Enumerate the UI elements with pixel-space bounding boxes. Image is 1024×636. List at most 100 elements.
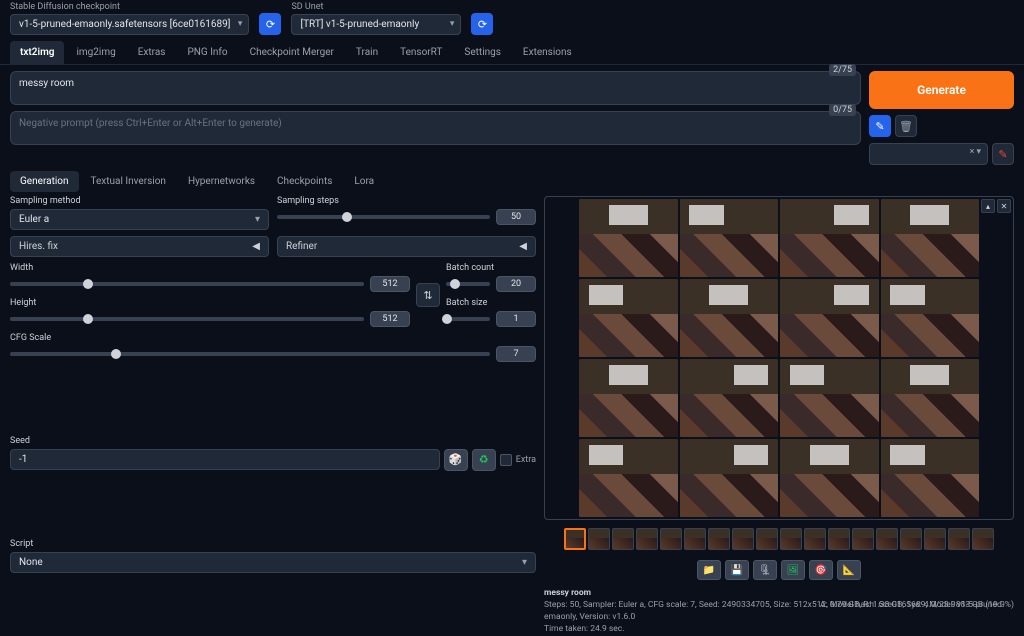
- result-cell[interactable]: [680, 359, 779, 437]
- tab-extensions[interactable]: Extensions: [513, 41, 582, 64]
- cfg-label: CFG Scale: [10, 333, 536, 343]
- result-cell[interactable]: [881, 279, 980, 357]
- send-img2img-button[interactable]: 🖼: [781, 560, 805, 580]
- width-value[interactable]: 512: [370, 276, 410, 292]
- subtab-generation[interactable]: Generation: [10, 171, 79, 192]
- tab-merger[interactable]: Checkpoint Merger: [240, 41, 344, 64]
- unet-dropdown[interactable]: [TRT] v1-5-pruned-emaonly: [291, 14, 461, 35]
- result-cell[interactable]: [579, 359, 678, 437]
- seed-input[interactable]: -1: [10, 449, 440, 470]
- result-cell[interactable]: [579, 439, 678, 517]
- thumb[interactable]: [876, 528, 898, 550]
- thumb[interactable]: [612, 528, 634, 550]
- styles-dropdown[interactable]: × ▾: [869, 143, 988, 165]
- sampling-method-select[interactable]: Euler a: [10, 209, 269, 230]
- random-seed-button[interactable]: 🎲: [444, 449, 468, 471]
- batch-size-label: Batch size: [446, 298, 536, 308]
- hires-accordion[interactable]: Hires. fix◀: [10, 236, 269, 257]
- subtab-checkpoints[interactable]: Checkpoints: [267, 171, 342, 192]
- thumb[interactable]: [684, 528, 706, 550]
- subtab-textual[interactable]: Textual Inversion: [81, 171, 176, 192]
- batch-size-value[interactable]: 1: [496, 311, 536, 327]
- checkpoint-label: Stable Diffusion checkpoint: [10, 2, 249, 12]
- subtab-lora[interactable]: Lora: [344, 171, 384, 192]
- tab-tensorrt[interactable]: TensorRT: [390, 41, 452, 64]
- cfg-slider[interactable]: [10, 352, 490, 356]
- thumb[interactable]: [972, 528, 994, 550]
- thumb[interactable]: [660, 528, 682, 550]
- thumb[interactable]: [948, 528, 970, 550]
- thumb[interactable]: [636, 528, 658, 550]
- thumb[interactable]: [780, 528, 802, 550]
- refresh-checkpoint-button[interactable]: ⟳: [259, 13, 281, 35]
- clear-button[interactable]: 🗑: [895, 115, 917, 137]
- result-cell[interactable]: [579, 199, 678, 277]
- result-cell[interactable]: [780, 439, 879, 517]
- result-cell[interactable]: [680, 279, 779, 357]
- thumb[interactable]: [900, 528, 922, 550]
- subtab-hypernet[interactable]: Hypernetworks: [178, 171, 265, 192]
- swap-wh-button[interactable]: ⇅: [416, 283, 440, 307]
- thumb[interactable]: [708, 528, 730, 550]
- height-slider[interactable]: [10, 317, 364, 321]
- generate-button[interactable]: Generate: [869, 71, 1014, 109]
- action-buttons: 📁 💾 🗜 🖼 🎯 📐: [544, 560, 1014, 580]
- width-label: Width: [10, 263, 410, 273]
- result-cell[interactable]: [780, 279, 879, 357]
- tab-extras[interactable]: Extras: [128, 41, 176, 64]
- result-cell[interactable]: [881, 199, 980, 277]
- batch-size-slider[interactable]: [446, 317, 490, 321]
- height-value[interactable]: 512: [370, 311, 410, 327]
- thumb[interactable]: [924, 528, 946, 550]
- script-select[interactable]: None: [10, 552, 536, 573]
- thumb[interactable]: [732, 528, 754, 550]
- thumb[interactable]: [828, 528, 850, 550]
- paste-button[interactable]: ✎: [869, 115, 891, 137]
- checkpoint-dropdown[interactable]: v1-5-pruned-emaonly.safetensors [6ce0161…: [10, 14, 249, 35]
- result-cell[interactable]: [780, 199, 879, 277]
- result-cell[interactable]: [881, 359, 980, 437]
- extra-checkbox[interactable]: Extra: [500, 454, 536, 466]
- result-cell[interactable]: [680, 199, 779, 277]
- prompt-input[interactable]: messy room 2/75: [10, 71, 861, 105]
- refiner-accordion[interactable]: Refiner◀: [277, 236, 536, 257]
- refresh-unet-button[interactable]: ⟳: [471, 13, 493, 35]
- thumb-grid[interactable]: [564, 528, 586, 550]
- gallery-up-icon[interactable]: ▴: [981, 199, 995, 213]
- thumb[interactable]: [588, 528, 610, 550]
- result-cell[interactable]: [780, 359, 879, 437]
- tab-train[interactable]: Train: [346, 41, 388, 64]
- width-slider[interactable]: [10, 282, 364, 286]
- zip-button[interactable]: 🗜: [753, 560, 777, 580]
- apply-style-button[interactable]: ✎: [992, 143, 1014, 165]
- batch-count-slider[interactable]: [446, 282, 490, 286]
- batch-count-value[interactable]: 20: [496, 276, 536, 292]
- save-button[interactable]: 💾: [725, 560, 749, 580]
- result-cell[interactable]: [579, 279, 678, 357]
- tab-settings[interactable]: Settings: [454, 41, 511, 64]
- thumb[interactable]: [756, 528, 778, 550]
- cfg-value[interactable]: 7: [496, 346, 536, 362]
- reuse-seed-button[interactable]: ♻: [472, 449, 496, 471]
- send-extras-button[interactable]: 📐: [837, 560, 861, 580]
- sampling-steps-slider[interactable]: [277, 215, 490, 219]
- gallery: ▴ ✕: [544, 196, 1014, 520]
- result-cell[interactable]: [680, 439, 779, 517]
- height-label: Height: [10, 298, 410, 308]
- thumb[interactable]: [804, 528, 826, 550]
- sampling-method-label: Sampling method: [10, 196, 269, 206]
- gallery-close-icon[interactable]: ✕: [997, 199, 1011, 213]
- memory-footer: A: 0.79 GB, R: 1.38 GB, Sys: 4.0/23.9883…: [820, 600, 1014, 610]
- result-cell[interactable]: [881, 439, 980, 517]
- tab-txt2img[interactable]: txt2img: [10, 41, 64, 64]
- open-folder-button[interactable]: 📁: [697, 560, 721, 580]
- sampling-steps-value[interactable]: 50: [496, 209, 536, 225]
- tab-pnginfo[interactable]: PNG Info: [177, 41, 237, 64]
- send-inpaint-button[interactable]: 🎯: [809, 560, 833, 580]
- unet-label: SD Unet: [291, 2, 461, 12]
- output-grid[interactable]: [579, 199, 979, 517]
- token-count: 2/75: [829, 64, 856, 76]
- tab-img2img[interactable]: img2img: [66, 41, 125, 64]
- thumb[interactable]: [852, 528, 874, 550]
- negative-prompt-input[interactable]: Negative prompt (press Ctrl+Enter or Alt…: [10, 111, 861, 145]
